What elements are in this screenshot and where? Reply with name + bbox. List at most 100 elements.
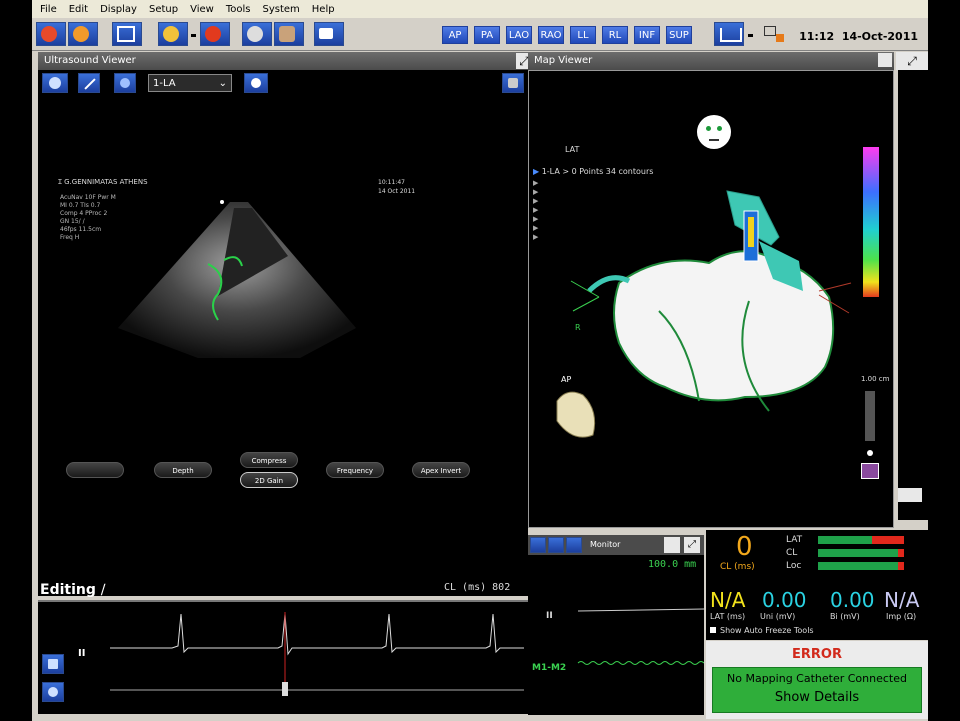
heart-map-button[interactable] [36, 22, 66, 46]
frequency-button[interactable]: Frequency [326, 462, 384, 478]
pencil-icon[interactable]: ∕ [101, 582, 106, 598]
editing-text: Editing [40, 582, 96, 598]
menu-file[interactable]: File [40, 4, 57, 15]
cl-label: CL (ms) [720, 562, 755, 572]
menu-display[interactable]: Display [100, 4, 137, 15]
lat-bar [818, 536, 872, 544]
clock: 11:12 14-Oct-2011 [799, 30, 918, 43]
waveform-icon [48, 659, 58, 669]
toolbar: AP PA LAO RAO LL RL INF SUP 11:12 14-Oct… [32, 18, 928, 51]
window-icon [117, 26, 135, 42]
lat-bar-alert [872, 536, 904, 544]
apex-invert-button[interactable]: Apex Invert [412, 462, 470, 478]
menu-setup[interactable]: Setup [149, 4, 178, 15]
layout-button[interactable] [112, 22, 142, 46]
compress-button[interactable]: Compress [240, 452, 298, 468]
map-viewer-title: Map Viewer [528, 52, 894, 70]
clock-date: 14-Oct-2011 [841, 30, 918, 43]
lat-bar-label: LAT [786, 535, 803, 545]
clock-time: 11:12 [799, 30, 835, 43]
ecg-strip: II [38, 600, 528, 714]
loc-bar [818, 562, 898, 570]
ultrasound-title-text: Ultrasound Viewer [44, 55, 136, 66]
imp-value: N/A [884, 588, 920, 612]
gear-icon [508, 78, 518, 88]
dual-map-button[interactable] [68, 22, 98, 46]
checkbox[interactable] [710, 627, 716, 633]
anatomy-button[interactable] [200, 22, 230, 46]
cl-bar-alert [898, 549, 904, 557]
ecg-config-button[interactable] [42, 654, 64, 674]
ultrasound-viewer-title: Ultrasound Viewer [38, 52, 528, 70]
view-ap-button[interactable]: AP [442, 26, 468, 44]
view-sup-button[interactable]: SUP [666, 26, 692, 44]
ecg-refresh-button[interactable] [42, 682, 64, 702]
cl-value: 0 [736, 532, 753, 562]
carto-window: File Edit Display Setup View Tools Syste… [32, 0, 928, 721]
waveform-icon [720, 28, 742, 42]
menu-bar: File Edit Display Setup View Tools Syste… [32, 0, 928, 18]
view-rao-button[interactable]: RAO [538, 26, 564, 44]
error-message-box[interactable]: No Mapping Catheter Connected Show Detai… [712, 667, 922, 713]
catheter-button[interactable] [274, 22, 304, 46]
monitor-panel: Monitor ⤢ 100.0 mm II M1-M2 [528, 535, 704, 715]
editing-label: Editing ∕ [40, 582, 105, 598]
probe-button[interactable] [42, 73, 68, 93]
bi-value: 0.00 [830, 588, 875, 612]
expand-icon[interactable]: ⤢ [896, 52, 928, 70]
side-panel-button[interactable] [898, 488, 922, 502]
menu-edit[interactable]: Edit [69, 4, 88, 15]
chevron-down-icon: ⌄ [218, 78, 227, 89]
blank-control-button[interactable] [66, 462, 124, 478]
ultrasound-option-button[interactable] [502, 73, 524, 93]
chevron-down-icon[interactable] [748, 34, 753, 37]
ct-button[interactable] [242, 22, 272, 46]
show-details-button[interactable]: Show Details [713, 690, 921, 705]
heart-icon [41, 26, 57, 42]
view-ll-button[interactable]: LL [570, 26, 596, 44]
pencil-icon [84, 78, 96, 90]
monitor-traces [577, 608, 704, 665]
map-title-text: Map Viewer [534, 55, 593, 66]
auto-freeze-label: Show Auto Freeze Tools [720, 626, 814, 635]
heart-icon[interactable] [861, 463, 879, 479]
r-label: R [575, 323, 581, 332]
menu-tools[interactable]: Tools [226, 4, 251, 15]
heart-icon [163, 26, 179, 42]
depth-button[interactable]: Depth [154, 462, 212, 478]
auto-freeze-toggle[interactable]: Show Auto Freeze Tools [710, 626, 814, 635]
status-panel: 0 CL (ms) LAT CL Loc N/A LAT (ms) 0.00 U… [706, 530, 928, 640]
tools-icon [120, 78, 130, 88]
network-icon[interactable] [762, 22, 788, 46]
2d-gain-button[interactable]: 2D Gain [240, 472, 298, 488]
view-rl-button[interactable]: RL [602, 26, 628, 44]
3d-map [556, 147, 879, 456]
menu-help[interactable]: Help [312, 4, 335, 15]
heart-view-button[interactable] [244, 73, 268, 93]
ultrasound-image-area[interactable]: Ɪ G.GENNIMATAS ATHENS AcuNav 10F Pwr M M… [38, 96, 528, 596]
error-message: No Mapping Catheter Connected [727, 672, 907, 685]
lat-value: N/A [710, 588, 746, 612]
imp-label: Imp (Ω) [886, 612, 917, 621]
map-select[interactable]: 1-LA ⌄ [148, 74, 232, 92]
heart-icon [205, 26, 221, 42]
view-inf-button[interactable]: INF [634, 26, 660, 44]
lat-label: LAT (ms) [710, 612, 746, 621]
chevron-down-icon[interactable] [191, 34, 196, 37]
menu-system[interactable]: System [262, 4, 299, 15]
scale-label: 1.00 cm [861, 375, 890, 383]
map-viewer-canvas[interactable]: LAT ▶ 1-LA > 0 Points 34 contours ▶ ▶ ▶ ▶ ▶ ▶… [528, 70, 894, 528]
settings-button[interactable] [114, 73, 136, 93]
view-lao-button[interactable]: LAO [506, 26, 532, 44]
snapshot-button[interactable] [314, 22, 344, 46]
error-title: ERROR [792, 647, 842, 662]
view-pa-button[interactable]: PA [474, 26, 500, 44]
restore-icon[interactable] [878, 53, 892, 67]
map-select-button[interactable] [158, 22, 188, 46]
draw-button[interactable] [78, 73, 100, 93]
orientation-label: AP [561, 375, 572, 384]
side-panel-edge [898, 70, 928, 520]
signal-button[interactable] [714, 22, 744, 46]
menu-view[interactable]: View [190, 4, 214, 15]
refresh-icon [48, 687, 58, 697]
